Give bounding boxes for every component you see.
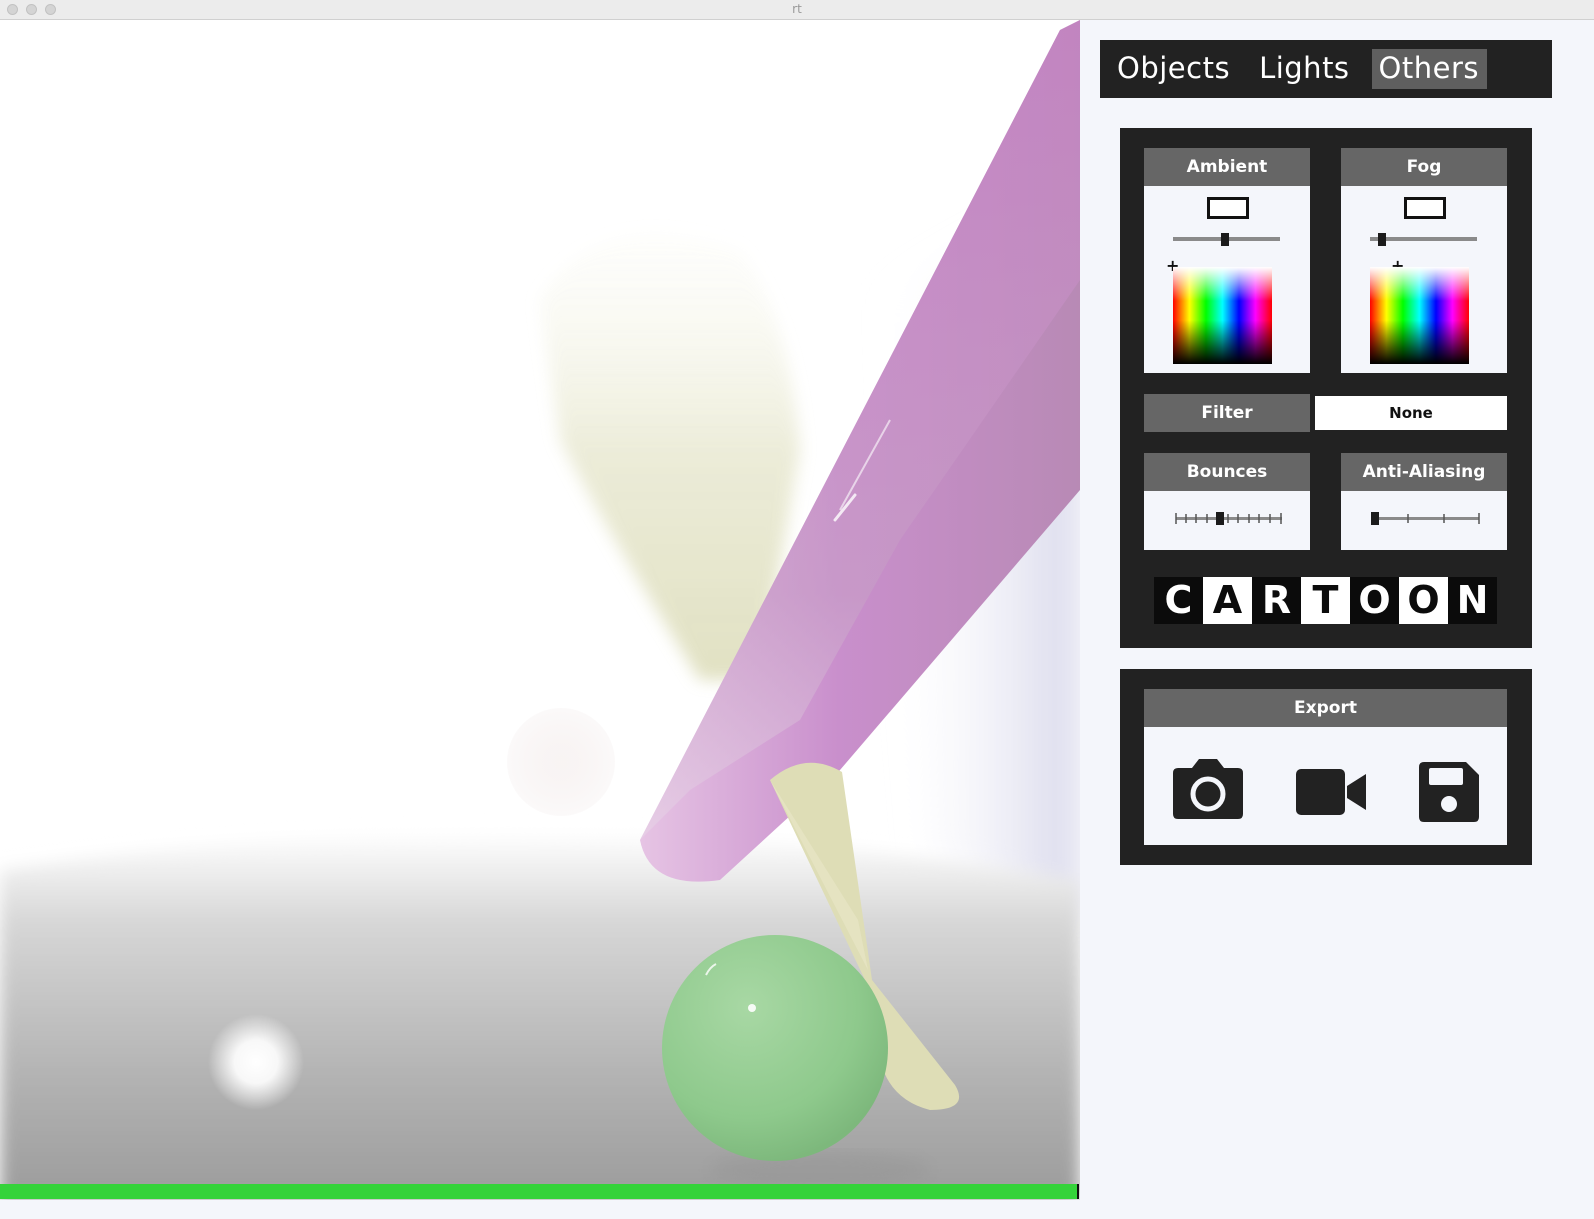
camera-icon[interactable]: [1172, 758, 1244, 820]
bounces-slider-handle: [1216, 512, 1224, 525]
bounces-slider[interactable]: [1174, 511, 1284, 527]
cartoon-letter: O: [1350, 577, 1399, 624]
cartoon-mode-button[interactable]: C A R T O O N: [1154, 577, 1497, 624]
window-title: rt: [792, 2, 802, 16]
cartoon-letter: O: [1399, 577, 1448, 624]
ambient-slider-handle[interactable]: [1220, 233, 1229, 246]
ambient-title: Ambient: [1144, 148, 1310, 186]
tab-objects[interactable]: Objects: [1110, 49, 1238, 89]
render-viewport[interactable]: [0, 20, 1080, 1200]
render-progress-marker: [1077, 1184, 1079, 1199]
bounces-card: Bounces: [1144, 453, 1310, 550]
render-progress-bar: [0, 1184, 1077, 1199]
fog-color-picker[interactable]: [1370, 267, 1469, 364]
cartoon-letter: A: [1203, 577, 1252, 624]
fog-color-swatch[interactable]: [1404, 197, 1446, 219]
window-titlebar: rt: [0, 0, 1594, 20]
tab-lights[interactable]: Lights: [1252, 49, 1357, 89]
export-title: Export: [1144, 689, 1507, 727]
ambient-color-swatch[interactable]: [1207, 197, 1249, 219]
rendered-scene-image: [0, 20, 1080, 1200]
ambient-color-picker[interactable]: [1173, 267, 1272, 364]
floppy-disk-icon[interactable]: [1418, 761, 1480, 823]
fog-density-slider[interactable]: [1370, 237, 1477, 241]
bounces-title: Bounces: [1144, 453, 1310, 491]
anti-aliasing-slider[interactable]: [1369, 511, 1483, 527]
tab-bar: Objects Lights Others: [1100, 40, 1552, 98]
cartoon-letter: T: [1301, 577, 1350, 624]
tab-others[interactable]: Others: [1371, 49, 1487, 89]
cartoon-letter: N: [1448, 577, 1497, 624]
filter-select[interactable]: None: [1315, 396, 1507, 430]
fog-slider-handle[interactable]: [1377, 233, 1386, 246]
ambient-card: Ambient +: [1144, 148, 1310, 373]
video-camera-icon[interactable]: [1295, 768, 1367, 816]
fog-card: Fog +: [1341, 148, 1507, 373]
anti-aliasing-title: Anti-Aliasing: [1341, 453, 1507, 491]
cartoon-letter: R: [1252, 577, 1301, 624]
anti-aliasing-card: Anti-Aliasing: [1341, 453, 1507, 550]
cartoon-letter: C: [1154, 577, 1203, 624]
filter-label: Filter: [1144, 394, 1310, 432]
fog-title: Fog: [1341, 148, 1507, 186]
anti-aliasing-slider-handle: [1371, 512, 1379, 525]
